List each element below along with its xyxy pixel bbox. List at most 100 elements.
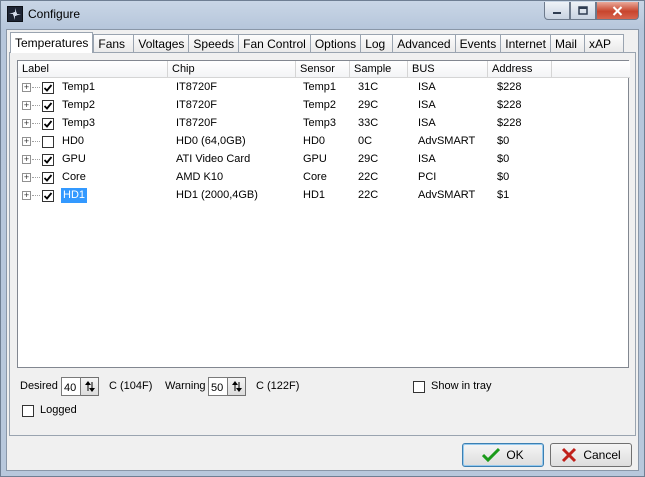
minimize-button[interactable] <box>544 2 570 20</box>
column-header-sensor[interactable]: Sensor <box>296 61 350 78</box>
cell-sample: 22C <box>358 171 379 183</box>
cell-address: $228 <box>497 81 522 93</box>
table-row[interactable]: + Core AMD K10 Core 22C PCI $0 <box>18 169 628 187</box>
cell-bus: ISA <box>418 117 436 129</box>
spin-arrows-icon <box>231 381 242 392</box>
expand-icon[interactable]: + <box>22 173 31 182</box>
tab-advanced[interactable]: Advanced <box>392 34 455 53</box>
tab-speeds[interactable]: Speeds <box>188 34 239 53</box>
cell-sensor: Temp3 <box>303 117 337 129</box>
tab-voltages[interactable]: Voltages <box>133 34 189 53</box>
cell-label[interactable]: Temp3 <box>62 117 95 129</box>
cell-address: $228 <box>497 99 522 111</box>
checkmark-icon <box>482 447 501 463</box>
tab-options[interactable]: Options <box>309 34 361 53</box>
tab-temperatures[interactable]: Temperatures <box>10 32 94 53</box>
caption-buttons <box>544 2 639 20</box>
cell-address: $228 <box>497 117 522 129</box>
close-button[interactable] <box>596 2 639 20</box>
tree-connector <box>32 195 40 196</box>
cell-chip: HD0 (64,0GB) <box>176 135 246 147</box>
tree-connector <box>32 87 40 88</box>
row-checkbox[interactable] <box>42 136 54 148</box>
cell-sample: 31C <box>358 81 379 93</box>
tab-strip: Temperatures Fans Voltages Speeds Fan Contro… <box>10 32 624 53</box>
window-title: Configure <box>28 7 81 21</box>
cell-address: $0 <box>497 153 510 165</box>
column-header-address[interactable]: Address <box>488 61 552 78</box>
sensor-list[interactable]: Label Chip Sensor Sample BUS Address + Temp1 IT… <box>17 60 630 368</box>
expand-icon[interactable]: + <box>22 191 31 200</box>
row-checkbox[interactable] <box>42 190 54 202</box>
tree-connector <box>32 141 40 142</box>
cell-chip: AMD K10 <box>176 171 224 183</box>
show-in-tray-checkbox[interactable] <box>413 381 425 393</box>
cancel-label: Cancel <box>583 448 621 462</box>
table-row[interactable]: + GPU ATI Video Card GPU 29C ISA $0 <box>18 151 628 169</box>
row-checkbox[interactable] <box>42 154 54 166</box>
warning-spin-button[interactable] <box>228 377 246 396</box>
cell-bus: PCI <box>418 171 437 183</box>
warning-input[interactable] <box>208 377 228 396</box>
cell-label[interactable]: Temp2 <box>62 99 95 111</box>
table-row[interactable]: + Temp1 IT8720F Temp1 31C ISA $228 <box>18 79 628 97</box>
logged-checkbox[interactable] <box>22 405 34 417</box>
cell-sensor: HD1 <box>303 189 326 201</box>
cell-label[interactable]: Core <box>62 171 86 183</box>
cell-address: $1 <box>497 189 510 201</box>
cell-sample: 33C <box>358 117 379 129</box>
tree-connector <box>32 105 40 106</box>
row-checkbox[interactable] <box>42 118 54 130</box>
cell-bus: ISA <box>418 153 436 165</box>
ok-button[interactable]: OK <box>462 443 544 467</box>
column-header-bus[interactable]: BUS <box>408 61 488 78</box>
tab-fans[interactable]: Fans <box>93 34 134 53</box>
row-checkbox[interactable] <box>42 172 54 184</box>
expand-icon[interactable]: + <box>22 137 31 146</box>
expand-icon[interactable]: + <box>22 119 31 128</box>
maximize-button[interactable] <box>570 2 596 20</box>
show-in-tray-label: Show in tray <box>431 380 492 392</box>
desired-spin-button[interactable] <box>81 377 99 396</box>
table-row[interactable]: + HD1 HD1 (2000,4GB) HD1 22C AdvSMART $1 <box>18 187 628 205</box>
desired-input[interactable] <box>61 377 81 396</box>
tree-connector <box>32 177 40 178</box>
column-header-label[interactable]: Label <box>18 61 168 78</box>
desired-label: Desired <box>20 380 58 392</box>
row-checkbox[interactable] <box>42 100 54 112</box>
tab-internet[interactable]: Internet <box>500 34 550 53</box>
desired-spinner <box>61 377 99 396</box>
cell-sensor: GPU <box>303 153 327 165</box>
table-row[interactable]: + Temp2 IT8720F Temp2 29C ISA $228 <box>18 97 628 115</box>
cell-label[interactable]: GPU <box>62 153 86 165</box>
cell-bus: AdvSMART <box>418 135 476 147</box>
logged-label: Logged <box>40 404 77 416</box>
cell-label[interactable]: HD0 <box>62 135 84 147</box>
cell-sensor: Temp2 <box>303 99 337 111</box>
expand-icon[interactable]: + <box>22 83 31 92</box>
app-fan-icon[interactable] <box>7 6 23 22</box>
column-header-chip[interactable]: Chip <box>168 61 296 78</box>
tab-fan-control[interactable]: Fan Control <box>238 34 310 53</box>
tree-connector <box>32 159 40 160</box>
expand-icon[interactable]: + <box>22 101 31 110</box>
tab-events[interactable]: Events <box>454 34 501 53</box>
cancel-button[interactable]: Cancel <box>550 443 632 467</box>
table-row[interactable]: + Temp3 IT8720F Temp3 33C ISA $228 <box>18 115 628 133</box>
row-checkbox[interactable] <box>42 82 54 94</box>
tab-mail[interactable]: Mail <box>549 34 584 53</box>
maximize-icon <box>578 6 588 15</box>
list-header: Label Chip Sensor Sample BUS Address <box>18 61 630 78</box>
configure-window: Configure Temperatures Fans Voltages Speeds… <box>0 0 645 477</box>
cell-label[interactable]: Temp1 <box>62 81 95 93</box>
table-row[interactable]: + HD0 HD0 (64,0GB) HD0 0C AdvSMART $0 <box>18 133 628 151</box>
cell-sensor: HD0 <box>303 135 326 147</box>
spin-arrows-icon <box>84 381 95 392</box>
cell-chip: IT8720F <box>176 81 217 93</box>
column-header-sample[interactable]: Sample <box>350 61 408 78</box>
title-bar[interactable]: Configure <box>1 1 644 29</box>
cell-label[interactable]: HD1 <box>61 188 88 203</box>
expand-icon[interactable]: + <box>22 155 31 164</box>
tab-log[interactable]: Log <box>360 34 393 53</box>
tab-xap[interactable]: xAP <box>583 34 624 53</box>
